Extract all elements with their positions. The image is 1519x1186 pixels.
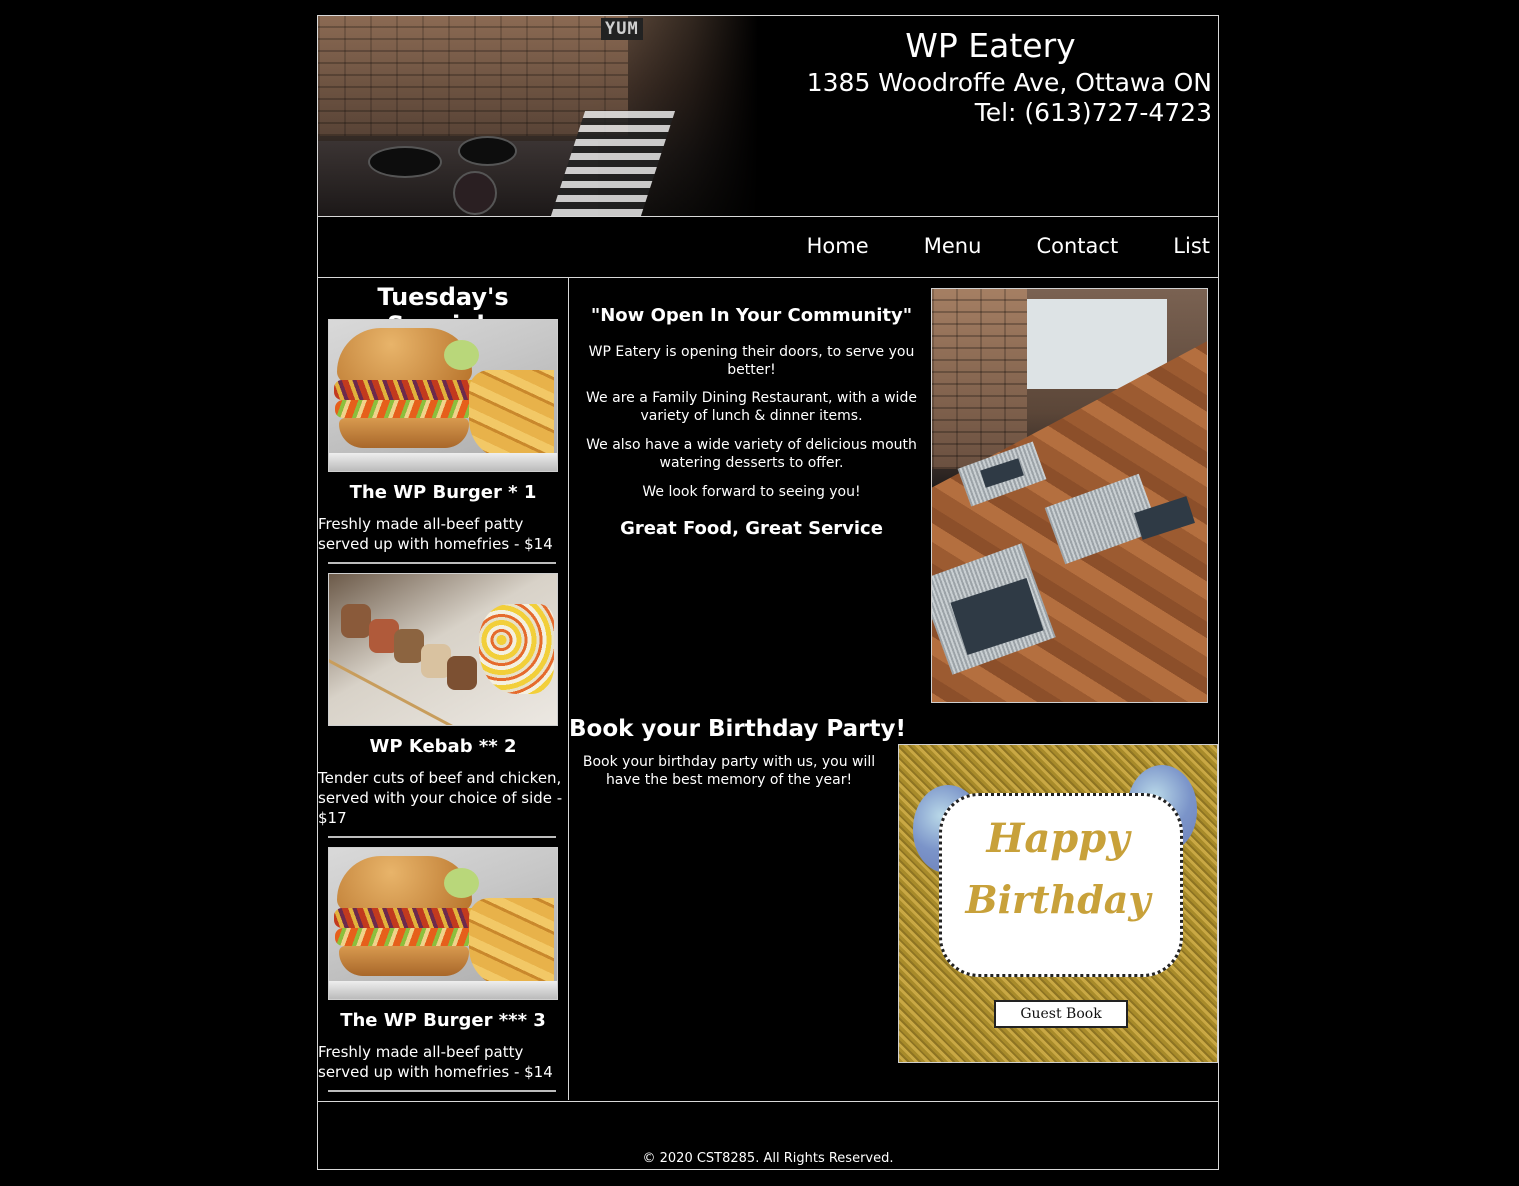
- nav-item-contact: Contact: [1036, 234, 1118, 258]
- intro-paragraph: WP Eatery is opening their doors, to ser…: [588, 344, 915, 378]
- nav-list: Home Menu Contact List: [757, 234, 1210, 258]
- main-navigation: Home Menu Contact List: [318, 217, 1218, 278]
- kebab-image: [328, 573, 558, 726]
- site-address: 1385 Woodroffe Ave, Ottawa ON: [806, 68, 1212, 97]
- special-description: Freshly made all-beef patty served up wi…: [318, 515, 553, 553]
- nav-link-contact[interactable]: Contact: [1036, 234, 1118, 258]
- special-divider: [328, 836, 556, 838]
- burger-image: [328, 319, 558, 472]
- birthday-heading: Book your Birthday Party!: [569, 716, 906, 742]
- specials-sidebar: Tuesday's Specials The WP Burger * 1 Fre…: [318, 278, 569, 1100]
- card-text-happy: Happy: [986, 815, 1130, 862]
- intro-tagline: Great Food, Great Service: [620, 518, 883, 539]
- special-description: Tender cuts of beef and chicken, served …: [318, 769, 563, 827]
- site-footer: © 2020 CST8285. All Rights Reserved.: [318, 1101, 1218, 1170]
- pan-icon: [368, 146, 442, 178]
- special-divider: [328, 562, 556, 564]
- nav-item-home: Home: [807, 234, 869, 258]
- burger-image: [328, 847, 558, 1000]
- birthday-card-image: Happy Birthday Guest Book: [898, 744, 1218, 1063]
- special-name: The WP Burger *** 3: [340, 1010, 546, 1031]
- yum-sign: YUM: [601, 18, 643, 40]
- special-description: Freshly made all-beef patty served up wi…: [318, 1043, 553, 1081]
- intro-heading: "Now Open In Your Community": [590, 305, 913, 326]
- intro-section: "Now Open In Your Community" WP Eatery i…: [569, 278, 929, 718]
- special-name: WP Kebab ** 2: [369, 736, 517, 757]
- special-name: The WP Burger * 1: [349, 482, 537, 503]
- special-item: The WP Burger *** 3 Freshly made all-bee…: [318, 847, 568, 1097]
- site-phone: Tel: (613)727-4723: [974, 98, 1212, 127]
- nav-item-list: List: [1173, 234, 1210, 258]
- dining-room-image: [931, 288, 1208, 703]
- birthday-section: Book your Birthday Party! Book your birt…: [569, 716, 906, 846]
- copyright-text: © 2020 CST8285. All Rights Reserved.: [642, 1151, 894, 1166]
- special-divider: [328, 1090, 556, 1092]
- page-container: YUM WP Eatery 1385 Woodroffe Ave, Ottawa…: [317, 15, 1219, 1170]
- card-text-birthday: Birthday: [965, 877, 1151, 922]
- card-ribbon: Guest Book: [994, 1000, 1128, 1028]
- birthday-text: Book your birthday party with us, you wi…: [582, 754, 876, 788]
- site-title: WP Eatery: [905, 26, 1076, 65]
- nav-link-menu[interactable]: Menu: [924, 234, 982, 258]
- nav-link-list[interactable]: List: [1173, 234, 1210, 258]
- avocado-icon: [453, 171, 497, 215]
- nav-item-menu: Menu: [924, 234, 982, 258]
- special-item: WP Kebab ** 2 Tender cuts of beef and ch…: [318, 573, 568, 843]
- intro-paragraph: We also have a wide variety of delicious…: [586, 437, 917, 471]
- nav-link-home[interactable]: Home: [807, 234, 869, 258]
- site-header: YUM WP Eatery 1385 Woodroffe Ave, Ottawa…: [318, 16, 1218, 217]
- kitchen-header-image: YUM: [318, 16, 758, 216]
- pot-icon: [458, 136, 517, 166]
- special-item: The WP Burger * 1 Freshly made all-beef …: [318, 319, 568, 569]
- intro-paragraph: We look forward to seeing you!: [642, 484, 861, 500]
- intro-paragraph: We are a Family Dining Restaurant, with …: [586, 390, 917, 424]
